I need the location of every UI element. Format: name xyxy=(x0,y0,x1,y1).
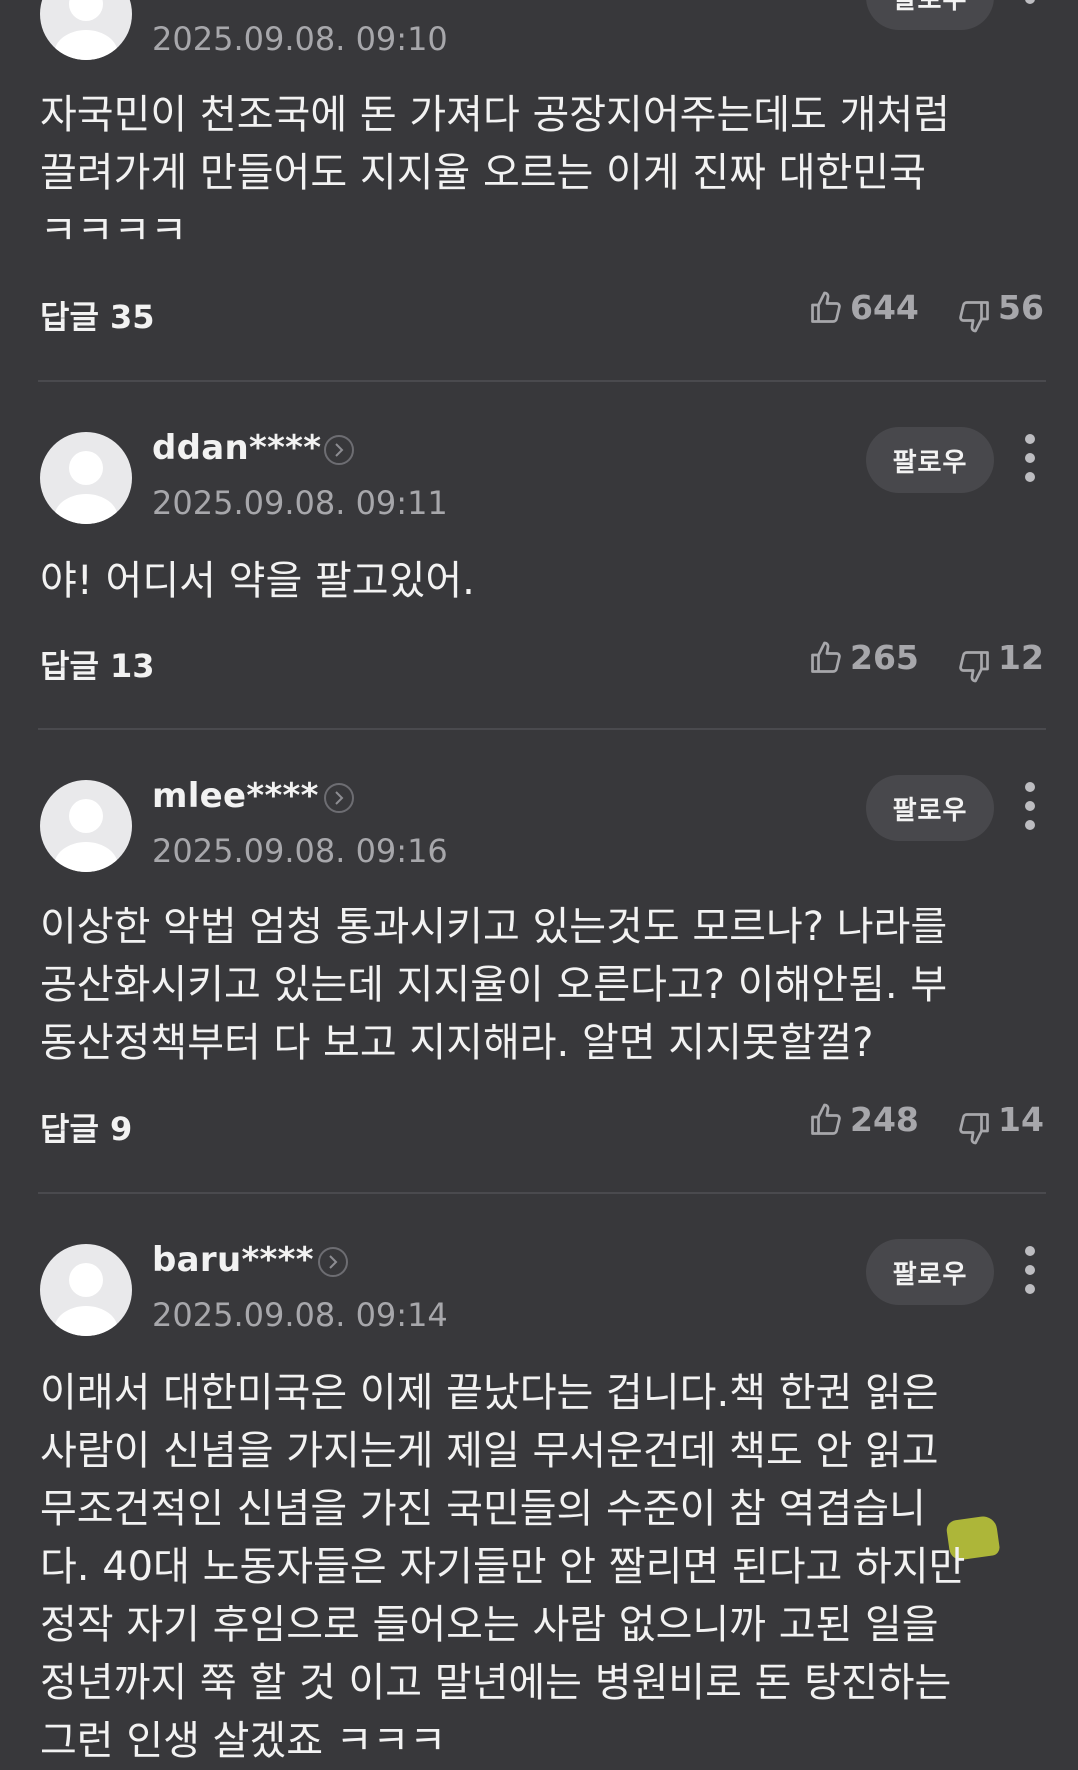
username[interactable]: baru**** xyxy=(152,1240,314,1280)
profile-chevron-icon[interactable] xyxy=(324,435,354,465)
thumbs-up-icon xyxy=(811,641,841,673)
reply-button[interactable]: 답글 35 xyxy=(40,292,155,338)
dislike-count: 12 xyxy=(998,638,1044,677)
comment-body: 이래서 대한미국은 이제 끝났다는 겁니다.책 한권 읽은 사람이 신념을 가지… xyxy=(40,1370,966,1764)
comment-body: 자국민이 천조국에 돈 가져다 공장지어주는데도 개처럼 끌려가게 만들어도 지… xyxy=(40,92,950,254)
comment-body: 야! 어디서 약을 팔고있어. xyxy=(40,558,475,604)
like-count: 644 xyxy=(850,288,919,327)
thumbs-down-icon xyxy=(959,300,989,332)
like-button[interactable]: 265 xyxy=(808,638,919,677)
dislike-count: 14 xyxy=(998,1100,1044,1139)
avatar[interactable] xyxy=(40,432,132,524)
username[interactable]: ddan**** xyxy=(152,428,321,468)
divider xyxy=(38,728,1046,730)
like-count: 248 xyxy=(850,1100,919,1139)
timestamp: 2025.09.08. 09:11 xyxy=(152,484,448,522)
follow-button[interactable]: 팔로우 xyxy=(866,0,994,30)
like-button[interactable]: 248 xyxy=(808,1100,919,1139)
timestamp: 2025.09.08. 09:14 xyxy=(152,1296,448,1334)
more-options-icon[interactable] xyxy=(1018,0,1042,16)
like-count: 265 xyxy=(850,638,919,677)
follow-button[interactable]: 팔로우 xyxy=(866,775,994,841)
profile-chevron-icon[interactable] xyxy=(318,1247,348,1277)
like-button[interactable]: 644 xyxy=(808,288,919,327)
more-options-icon[interactable] xyxy=(1018,782,1042,830)
avatar[interactable] xyxy=(40,780,132,872)
username[interactable]: mlee**** xyxy=(152,776,319,816)
avatar[interactable] xyxy=(40,1244,132,1336)
timestamp: 2025.09.08. 09:10 xyxy=(152,20,448,58)
more-options-icon[interactable] xyxy=(1018,434,1042,482)
more-options-icon[interactable] xyxy=(1018,1246,1042,1294)
thumbs-down-icon xyxy=(959,650,989,682)
profile-chevron-icon[interactable] xyxy=(324,783,354,813)
reply-button[interactable]: 답글 9 xyxy=(40,1104,132,1150)
reply-button[interactable]: 답글 13 xyxy=(40,641,155,687)
dislike-button[interactable]: 12 xyxy=(956,638,1044,682)
avatar[interactable] xyxy=(40,0,132,60)
follow-button[interactable]: 팔로우 xyxy=(866,1239,994,1305)
dislike-count: 56 xyxy=(998,288,1044,327)
thumbs-up-icon xyxy=(811,1103,841,1135)
thumbs-up-icon xyxy=(811,291,841,323)
divider xyxy=(38,380,1046,382)
follow-button[interactable]: 팔로우 xyxy=(866,427,994,493)
timestamp: 2025.09.08. 09:16 xyxy=(152,832,448,870)
thumbs-down-icon xyxy=(959,1112,989,1144)
comment-body: 이상한 악법 엄청 통과시키고 있는것도 모르나? 나라를 공산화시키고 있는데… xyxy=(40,904,948,1066)
dislike-button[interactable]: 56 xyxy=(956,288,1044,332)
dislike-button[interactable]: 14 xyxy=(956,1100,1044,1144)
divider xyxy=(38,1192,1046,1194)
